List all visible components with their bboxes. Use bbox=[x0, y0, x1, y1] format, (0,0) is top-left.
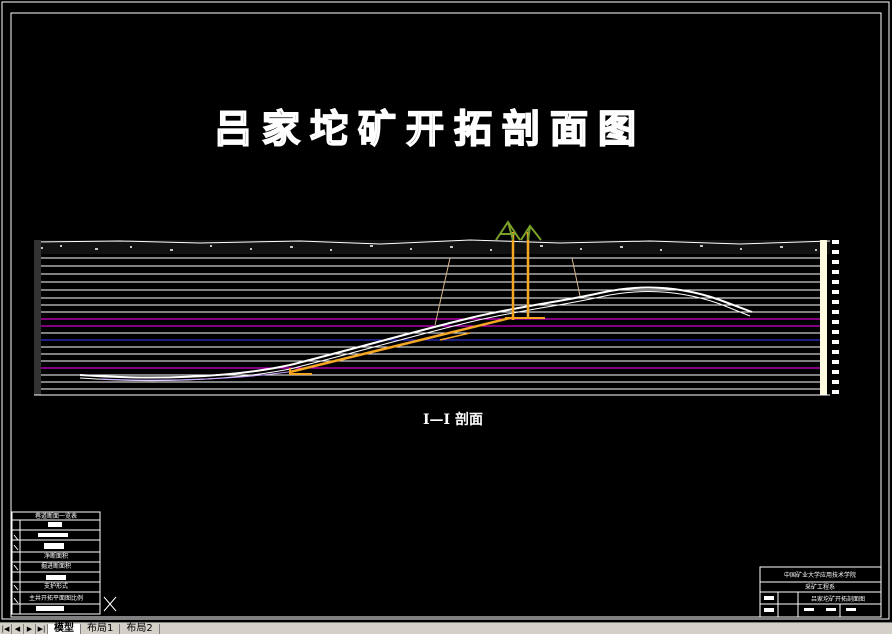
legend-row-1: 净断面积 bbox=[44, 552, 68, 560]
layout-tab-bar: |◀ ◀ ▶ ▶| 模型 布局1 布局2 bbox=[0, 622, 892, 634]
legend-row-2: 掘进断面积 bbox=[41, 562, 71, 570]
titleblock-drawing-name: 吕家坨矿开拓剖面图 bbox=[811, 595, 865, 603]
titleblock-school: 中国矿业大学应用技术学院 bbox=[784, 571, 856, 579]
coal-seam bbox=[79, 286, 753, 382]
title-block: 中国矿业大学应用技术学院 采矿工程系 吕家坨矿开拓剖面图 bbox=[759, 566, 882, 618]
cad-drawing-canvas[interactable]: 吕家坨矿开拓剖面图 Ⅰ—Ⅰ 剖面 巷道断面一览表 净断面积 掘进断面积 支护形式… bbox=[0, 0, 892, 622]
inner-frame bbox=[10, 12, 882, 618]
next-tab-button[interactable]: ▶ bbox=[24, 623, 36, 634]
last-tab-button[interactable]: ▶| bbox=[36, 623, 48, 634]
legend-table: 巷道断面一览表 净断面积 掘进断面积 支护形式 主井开拓平面图比例 bbox=[11, 511, 117, 615]
depth-scale bbox=[832, 240, 839, 394]
previous-tab-button[interactable]: ◀ bbox=[12, 623, 24, 634]
tab-layout1[interactable]: 布局1 bbox=[81, 623, 121, 634]
strata-lines bbox=[34, 257, 830, 396]
legend-row-3: 支护形式 bbox=[44, 582, 68, 590]
tab-layout2[interactable]: 布局2 bbox=[120, 623, 160, 634]
drawing-title: 吕家坨矿开拓剖面图 bbox=[214, 107, 646, 151]
titleblock-department: 采矿工程系 bbox=[805, 583, 835, 591]
tab-model[interactable]: 模型 bbox=[48, 623, 81, 634]
ground-surface bbox=[33, 239, 831, 395]
headframe-icon bbox=[495, 220, 542, 241]
section-caption: Ⅰ—Ⅰ 剖面 bbox=[423, 411, 483, 428]
legend-header: 巷道断面一览表 bbox=[35, 512, 77, 520]
ucs-icon bbox=[103, 596, 117, 612]
legend-row-4: 主井开拓平面图比例 bbox=[29, 594, 83, 602]
outer-frame bbox=[1, 1, 890, 620]
first-tab-button[interactable]: |◀ bbox=[0, 623, 12, 634]
